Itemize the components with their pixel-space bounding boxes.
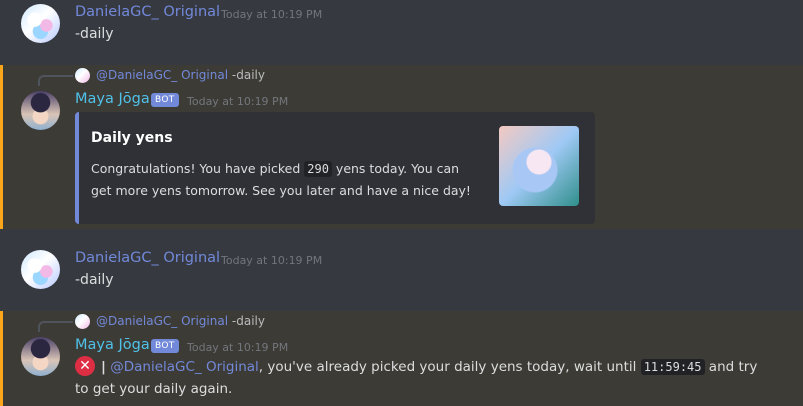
separator: | [101, 359, 106, 375]
embed-description: Congratulations! You have picked 290 yen… [91, 161, 471, 198]
bot-badge: BOT [151, 339, 179, 353]
bot-avatar[interactable] [21, 337, 60, 376]
embed-title: Daily yens [91, 130, 173, 146]
timestamp: Today at 10:19 PM [221, 8, 323, 21]
timestamp: Today at 10:19 PM [187, 95, 289, 108]
bot-badge: BOT [151, 93, 179, 107]
inline-code: 11:59:45 [640, 359, 705, 375]
reply-content: -daily [231, 314, 265, 328]
reply-content: -daily [231, 68, 265, 82]
x-circle-icon: ✕ [75, 356, 95, 376]
message-highlighted: @DanielaGC_ Original -daily Maya Jōga BO… [0, 311, 803, 406]
inline-code: 290 [304, 161, 332, 177]
username[interactable]: DanielaGC_ Original [75, 250, 220, 266]
reply-mention[interactable]: @DanielaGC_ Original [96, 314, 228, 328]
message-content: -daily [75, 272, 114, 288]
message-content: -daily [75, 26, 114, 42]
reply-connector [38, 321, 73, 332]
timestamp: Today at 10:19 PM [221, 254, 323, 267]
user-mention[interactable]: @DanielaGC_ Original [110, 359, 259, 375]
username[interactable]: DanielaGC_ Original [75, 4, 220, 20]
embed-thumbnail-image[interactable] [499, 126, 579, 206]
bot-avatar[interactable] [21, 91, 60, 130]
reply-preview[interactable]: @DanielaGC_ Original -daily [96, 68, 265, 82]
message: DanielaGC_ Original Today at 10:19 PM -d… [0, 246, 803, 306]
message: DanielaGC_ Original Today at 10:19 PM -d… [0, 0, 803, 62]
reply-avatar[interactable] [75, 314, 90, 329]
reply-preview[interactable]: @DanielaGC_ Original -daily [96, 314, 265, 328]
reply-avatar[interactable] [75, 68, 90, 83]
message-content: | @DanielaGC_ Original, you've already p… [101, 359, 758, 375]
message-content-continued: to get your daily again. [75, 381, 233, 397]
avatar[interactable] [21, 250, 60, 289]
message-highlighted: @DanielaGC_ Original -daily Maya Jōga BO… [0, 65, 803, 229]
bot-username[interactable]: Maya Jōga [75, 337, 150, 353]
avatar[interactable] [21, 4, 60, 43]
reply-connector [38, 75, 73, 86]
bot-username[interactable]: Maya Jōga [75, 91, 150, 107]
reply-mention[interactable]: @DanielaGC_ Original [96, 68, 228, 82]
timestamp: Today at 10:19 PM [187, 341, 289, 354]
embed: Daily yens Congratulations! You have pic… [75, 112, 595, 224]
